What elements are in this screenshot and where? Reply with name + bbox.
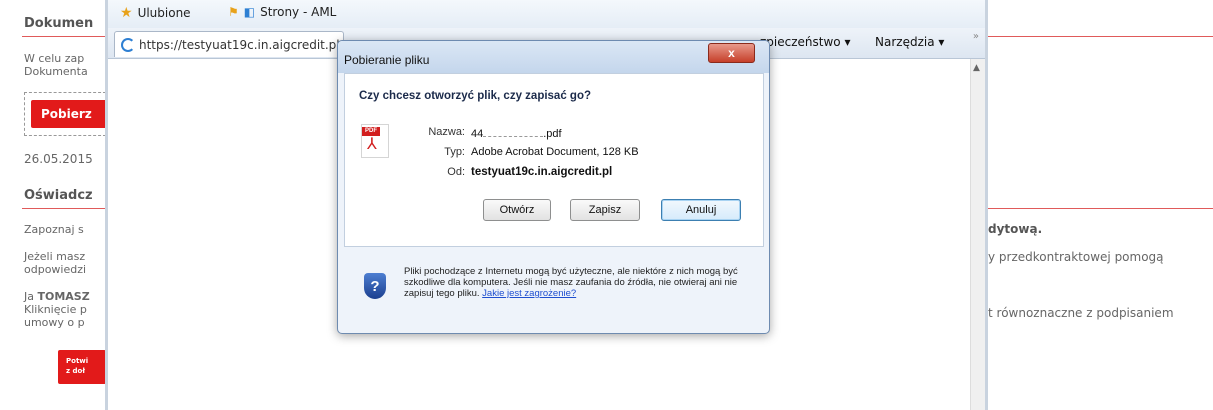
bg-text: Jeżeli masz	[24, 250, 86, 263]
page-icon: ◧	[243, 5, 256, 19]
close-button[interactable]: x	[708, 43, 755, 63]
date-text: 26.05.2015	[24, 152, 93, 166]
download-button-frame: Pobierz	[24, 92, 105, 136]
favorites-bar: ★ Ulubione ⚑ ◧ Strony - AML	[108, 0, 985, 29]
risk-link[interactable]: Jakie jest zagrożenie?	[482, 288, 576, 299]
bg-text: Kliknięcie p	[24, 303, 87, 316]
confirm-button-label: Potwi	[66, 357, 89, 365]
cancel-button[interactable]: Anuluj	[661, 199, 741, 221]
dialog-title: Pobieranie pliku	[344, 53, 430, 67]
file-name-prefix: 44	[471, 128, 484, 140]
background-page-right: dytową. y przedkontraktowej pomogą t rów…	[988, 0, 1213, 410]
tools-menu[interactable]: Narzędzia ▾	[875, 35, 944, 49]
security-shield-icon: ?	[364, 273, 386, 299]
divider	[988, 36, 1213, 37]
file-source: testyuat19c.in.aigcredit.pl	[471, 166, 613, 178]
redacted-text	[483, 126, 544, 137]
pdf-file-icon: PDF ⅄	[361, 124, 389, 158]
bg-text: t równoznaczne z podpisaniem	[988, 306, 1174, 320]
open-button[interactable]: Otwórz	[483, 199, 551, 221]
dialog-question: Czy chcesz otworzyć plik, czy zapisać go…	[359, 90, 591, 102]
chevron-right-icon[interactable]: »	[973, 31, 979, 42]
bg-text: y przedkontraktowej pomogą	[988, 250, 1164, 264]
bg-text-prefix: Ja	[24, 290, 38, 303]
divider	[22, 208, 105, 209]
star-icon: ★	[120, 5, 133, 21]
file-name: 44 .pdf	[471, 126, 562, 140]
save-button[interactable]: Zapisz	[570, 199, 640, 221]
section-heading-statements: Oświadcz	[24, 188, 93, 203]
confirm-button[interactable]: Potwi z doł	[58, 350, 105, 384]
bg-text: dytową.	[988, 222, 1043, 236]
divider	[22, 36, 105, 37]
bg-text-name: TOMASZ	[37, 290, 90, 303]
file-name-suffix: .pdf	[543, 128, 562, 140]
tab-url: https://testyuat19c.in.aigcredit.pl	[139, 37, 340, 52]
bg-text: W celu zap	[24, 52, 85, 65]
from-label: Od:	[447, 166, 465, 178]
rss-icon: ⚑	[228, 5, 239, 19]
pdf-tag: PDF	[362, 127, 380, 136]
file-type: Adobe Acrobat Document, 128 KB	[471, 146, 639, 158]
download-button[interactable]: Pobierz	[31, 100, 105, 128]
background-page-left: Dokumen W celu zap Dokumenta Pobierz 26.…	[0, 0, 105, 410]
close-icon: x	[728, 46, 735, 60]
bg-text: umowy o p	[24, 316, 85, 329]
bg-text: Zapoznaj s	[24, 223, 84, 236]
vertical-scrollbar[interactable]: ▲	[970, 59, 985, 410]
favorites-button[interactable]: ★ Ulubione	[120, 5, 191, 21]
favorites-label: Ulubione	[137, 6, 191, 20]
loading-icon	[121, 37, 135, 52]
bg-text: Dokumenta	[24, 65, 88, 78]
confirm-button-label: z doł	[66, 367, 85, 375]
scroll-up-icon[interactable]: ▲	[973, 63, 980, 73]
security-warning: Pliki pochodzące z Internetu mogą być uż…	[404, 266, 744, 299]
pages-link[interactable]: ⚑ ◧ Strony - AML	[228, 5, 336, 19]
dialog-titlebar[interactable]: Pobieranie pliku x	[338, 41, 769, 73]
bg-text: odpowiedzi	[24, 263, 87, 276]
acrobat-icon: ⅄	[367, 136, 377, 153]
browser-tab[interactable]: https://testyuat19c.in.aigcredit.pl	[114, 31, 344, 57]
pages-label: Strony - AML	[260, 5, 337, 19]
type-label: Typ:	[444, 146, 465, 158]
file-download-dialog: Pobieranie pliku x Czy chcesz otworzyć p…	[337, 40, 770, 334]
bg-text: Ja TOMASZ	[24, 290, 90, 303]
divider	[988, 208, 1213, 209]
security-menu[interactable]: zpieczeństwo ▾	[760, 35, 850, 49]
name-label: Nazwa:	[428, 126, 465, 138]
section-heading-documents: Dokumen	[24, 16, 94, 31]
